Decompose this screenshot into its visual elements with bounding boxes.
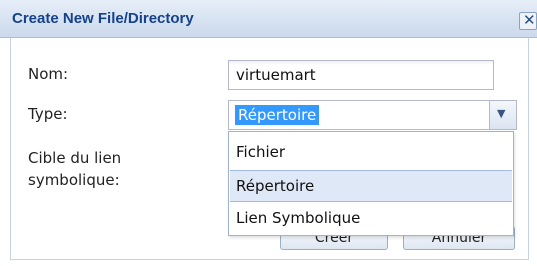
type-option-repertoire[interactable]: Répertoire: [230, 170, 512, 202]
symlink-target-label-line1: Cible du lien: [28, 149, 122, 167]
close-icon: ✕: [523, 12, 536, 29]
type-option-fichier[interactable]: Fichier: [230, 136, 512, 168]
name-input[interactable]: virtuemart: [228, 60, 494, 90]
dialog-title: Create New File/Directory: [12, 10, 194, 27]
type-select-value: Répertoire: [235, 105, 320, 125]
symlink-target-label-line2: symbolique:: [28, 171, 120, 189]
type-select-trigger[interactable]: ▼: [489, 101, 516, 129]
type-select[interactable]: Répertoire ▼: [228, 100, 517, 130]
name-label: Nom:: [28, 65, 69, 83]
type-option-lien-symbolique[interactable]: Lien Symbolique: [230, 202, 512, 234]
type-dropdown-list: Fichier Répertoire Lien Symbolique: [228, 131, 514, 236]
create-file-dialog: Create New File/Directory ✕ Nom: virtuem…: [0, 0, 537, 266]
type-label: Type:: [28, 105, 68, 123]
dialog-titlebar[interactable]: Create New File/Directory ✕: [0, 0, 537, 38]
close-button[interactable]: ✕: [519, 12, 537, 30]
chevron-down-icon: ▼: [497, 107, 506, 120]
